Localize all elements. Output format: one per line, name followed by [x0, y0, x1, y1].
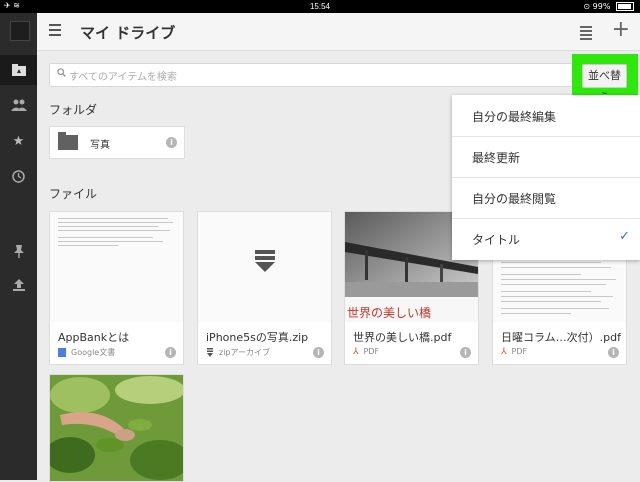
file-type-label: zipアーカイブ — [219, 348, 271, 357]
files-heading: ファイル — [49, 187, 98, 201]
status-right: ⊙ 99% — [583, 2, 634, 11]
file-type: Google文書 — [58, 347, 115, 358]
sort-option-label: 自分の最終編集 — [472, 110, 557, 124]
battery-icon — [616, 2, 634, 11]
hamburger-menu-icon[interactable] — [49, 24, 61, 38]
file-name: AppBankとは — [58, 331, 130, 344]
file-name: iPhone5sの写真.zip — [206, 331, 309, 344]
sort-option-label: 最終更新 — [472, 151, 521, 165]
avatar[interactable] — [10, 21, 30, 41]
sort-option-label: 自分の最終閲覧 — [472, 192, 557, 206]
info-icon[interactable]: i — [460, 347, 471, 358]
file-type: zipアーカイブ — [206, 347, 270, 358]
starred-icon[interactable]: ★ — [0, 126, 37, 156]
search-field[interactable]: すべてのアイテムを検索 — [49, 63, 581, 87]
top-header: マイ ドライブ + — [37, 13, 640, 51]
search-icon — [57, 67, 66, 80]
file-type-label: PDF — [363, 347, 380, 356]
status-bar: ✈ ≋ 15:54 ⊙ 99% — [0, 0, 640, 13]
file-type-label: PDF — [511, 347, 528, 356]
sort-option-last-viewed-by-me[interactable]: 自分の最終閲覧 — [452, 177, 640, 219]
sort-option-label: タイトル — [472, 233, 521, 247]
page-title: マイ ドライブ — [80, 24, 176, 42]
zip-archive-icon — [255, 250, 275, 274]
file-name: 日曜コラム…次付）.pdf — [501, 331, 622, 344]
file-card-zip[interactable]: iPhone5sの写真.zip zipアーカイブ i — [197, 211, 332, 365]
pin-icon — [13, 244, 24, 258]
file-card-photo[interactable] — [49, 374, 184, 482]
folder-icon — [58, 132, 78, 150]
checkmark-icon: ✓ — [619, 229, 630, 244]
pin-offline-icon[interactable] — [0, 236, 37, 266]
sort-option-last-modified[interactable]: 最終更新 — [452, 136, 640, 178]
folders-heading: フォルダ — [49, 103, 98, 117]
folder-name: 写真 — [90, 140, 110, 151]
file-card-appbank[interactable]: AppBankとは Google文書 i — [49, 211, 184, 365]
battery-percent: 99% — [592, 2, 611, 11]
drive-folder-icon — [11, 64, 26, 76]
zip-small-icon — [207, 348, 213, 357]
info-icon[interactable]: i — [165, 347, 176, 358]
sort-button-highlight: 並べ替え — [572, 54, 638, 104]
tea-leaves-photo — [50, 375, 183, 481]
sort-option-title[interactable]: タイトル ✓ — [452, 218, 640, 259]
clock-icon — [12, 169, 25, 183]
info-icon[interactable]: i — [166, 137, 177, 148]
list-view-icon[interactable] — [580, 26, 592, 42]
folder-item[interactable]: 写真 i — [49, 126, 185, 159]
side-nav: ★ — [0, 13, 37, 480]
upload-icon[interactable] — [0, 270, 37, 300]
file-type: ⅄ PDF — [353, 347, 380, 357]
pdf-icon: ⅄ — [353, 347, 359, 357]
status-time: 15:54 — [309, 2, 331, 11]
sort-menu: 自分の最終編集 最終更新 自分の最終閲覧 タイトル ✓ — [452, 95, 640, 260]
upload-arrow-icon — [12, 279, 25, 291]
add-new-plus-icon[interactable]: + — [612, 17, 630, 42]
search-placeholder: すべてのアイテムを検索 — [69, 72, 177, 83]
file-name: 世界の美しい橋.pdf — [353, 331, 452, 344]
zip-thumbnail — [198, 212, 331, 322]
my-drive-icon[interactable] — [0, 55, 37, 85]
rotation-lock-icon: ⊙ — [583, 2, 591, 11]
shared-with-me-icon[interactable] — [0, 90, 37, 120]
pdf-icon: ⅄ — [501, 347, 507, 357]
file-type-label: Google文書 — [71, 348, 116, 357]
people-icon — [10, 99, 27, 111]
sort-option-last-edited-by-me[interactable]: 自分の最終編集 — [452, 95, 640, 137]
sort-button[interactable]: 並べ替え — [582, 64, 627, 104]
thumbnail-caption: 世界の美しい橋 — [347, 306, 432, 320]
google-docs-icon — [58, 348, 66, 357]
doc-thumbnail — [50, 212, 183, 322]
info-icon[interactable]: i — [608, 347, 619, 358]
recent-clock-icon[interactable] — [0, 161, 37, 191]
file-type: ⅄ PDF — [501, 347, 528, 357]
info-icon[interactable]: i — [313, 347, 324, 358]
